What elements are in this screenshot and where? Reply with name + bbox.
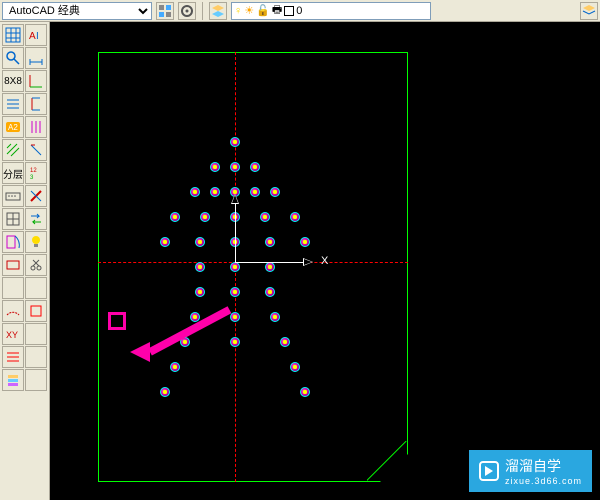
toolbar-divider — [202, 2, 203, 20]
grid-icon[interactable] — [2, 208, 24, 230]
empty-icon[interactable] — [25, 323, 47, 345]
empty2-icon[interactable] — [25, 346, 47, 368]
centerline-horizontal — [98, 262, 408, 263]
watermark: 溜溜自学 zixue.3d66.com — [469, 450, 592, 492]
annotation-target — [108, 312, 126, 330]
drawing-point[interactable] — [200, 212, 210, 222]
drawing-point[interactable] — [265, 262, 275, 272]
svg-text:3: 3 — [30, 175, 34, 181]
drawing-point[interactable] — [230, 287, 240, 297]
drawing-point[interactable] — [300, 387, 310, 397]
zoom-icon[interactable] — [2, 47, 24, 69]
workspace-settings-button[interactable] — [156, 2, 174, 20]
svg-text:12: 12 — [30, 168, 37, 174]
drawing-point[interactable] — [265, 287, 275, 297]
watermark-sub: zixue.3d66.com — [505, 476, 582, 486]
numbers-icon[interactable]: 123 — [25, 162, 47, 184]
drawing-point[interactable] — [210, 162, 220, 172]
drawing-point[interactable] — [270, 312, 280, 322]
drawing-point[interactable] — [230, 137, 240, 147]
xy-icon[interactable]: XY — [2, 323, 24, 345]
drawing-point[interactable] — [250, 187, 260, 197]
layer-selector[interactable]: ♀ ☀ 🔓 🖶 0 — [231, 2, 431, 20]
drawing-point[interactable] — [300, 237, 310, 247]
svg-text:A: A — [29, 31, 36, 42]
drawing-point[interactable] — [290, 362, 300, 372]
layer-name: 0 — [296, 5, 302, 17]
color-swatch — [284, 6, 294, 16]
layers-分层-icon[interactable]: 分层 — [2, 162, 24, 184]
top-toolbar: AutoCAD 经典 ♀ ☀ 🔓 🖶 0 — [0, 0, 600, 22]
redlist-icon[interactable] — [2, 346, 24, 368]
drawing-point[interactable] — [230, 237, 240, 247]
drawing-point[interactable] — [195, 287, 205, 297]
drawing-point[interactable] — [230, 312, 240, 322]
drawing-point[interactable] — [230, 337, 240, 347]
side-toolbar: AI8X8A2分层123XY — [0, 22, 50, 500]
blank-icon[interactable] — [2, 277, 24, 299]
grid-8x8-icon[interactable]: 8X8 — [2, 70, 24, 92]
drawing-point[interactable] — [230, 212, 240, 222]
plot-icon: 🖶 — [272, 1, 282, 20]
drawing-point[interactable] — [250, 162, 260, 172]
drawing-point[interactable] — [260, 212, 270, 222]
slash-icon[interactable] — [25, 185, 47, 207]
drawing-point[interactable] — [190, 187, 200, 197]
lock-open-icon: 🔓 — [256, 4, 270, 17]
svg-text:I: I — [36, 31, 39, 42]
cut-icon[interactable] — [25, 254, 47, 276]
rect-icon[interactable] — [2, 254, 24, 276]
drawing-point[interactable] — [230, 162, 240, 172]
drawing-point[interactable] — [160, 237, 170, 247]
drawing-point[interactable] — [160, 387, 170, 397]
stack-icon[interactable] — [2, 369, 24, 391]
table-icon[interactable] — [2, 24, 24, 46]
blank2-icon[interactable] — [25, 277, 47, 299]
drawing-frame — [98, 52, 408, 482]
swap-icon[interactable] — [25, 208, 47, 230]
a2-icon[interactable]: A2 — [2, 116, 24, 138]
frame-chamfer-line — [367, 441, 407, 481]
drawing-point[interactable] — [170, 212, 180, 222]
drawing-point[interactable] — [195, 237, 205, 247]
drawing-viewport[interactable]: X 溜溜自学 zixue.3d66.com — [50, 22, 600, 500]
play-icon — [479, 461, 499, 481]
drawing-point[interactable] — [210, 187, 220, 197]
drawing-point[interactable] — [230, 262, 240, 272]
svg-text:A2: A2 — [8, 123, 18, 132]
door-icon[interactable] — [2, 231, 24, 253]
hatch-icon[interactable] — [2, 139, 24, 161]
drawing-point[interactable] — [280, 337, 290, 347]
empty3-icon[interactable] — [25, 369, 47, 391]
watermark-title: 溜溜自学 — [505, 458, 561, 474]
drawing-point[interactable] — [265, 237, 275, 247]
gear-button[interactable] — [178, 2, 196, 20]
drawing-point[interactable] — [230, 187, 240, 197]
layer-states-button[interactable] — [580, 2, 598, 20]
columns-icon[interactable] — [25, 116, 47, 138]
dim-linear-icon[interactable] — [25, 47, 47, 69]
bulb-icon: ♀ — [234, 5, 242, 17]
main-area: AI8X8A2分层123XY X 溜溜自学 zixue.3d66.com — [0, 22, 600, 500]
text-style-icon[interactable]: AI — [25, 24, 47, 46]
drawing-point[interactable] — [290, 212, 300, 222]
sun-icon: ☀ — [244, 4, 254, 17]
workspace-selector[interactable]: AutoCAD 经典 — [2, 2, 152, 20]
svg-text:XY: XY — [6, 330, 18, 340]
drawing-point[interactable] — [170, 362, 180, 372]
layer-manager-button[interactable] — [209, 2, 227, 20]
drawing-point[interactable] — [270, 187, 280, 197]
red-rect-icon[interactable] — [25, 300, 47, 322]
dim-style-icon[interactable] — [25, 139, 47, 161]
arc-icon[interactable] — [2, 300, 24, 322]
axis-icon[interactable] — [25, 70, 47, 92]
align-icon[interactable] — [25, 93, 47, 115]
bulb-icon[interactable] — [25, 231, 47, 253]
annotation-arrow-head — [130, 342, 150, 362]
keyboard-icon[interactable] — [2, 185, 24, 207]
list-icon[interactable] — [2, 93, 24, 115]
drawing-point[interactable] — [195, 262, 205, 272]
